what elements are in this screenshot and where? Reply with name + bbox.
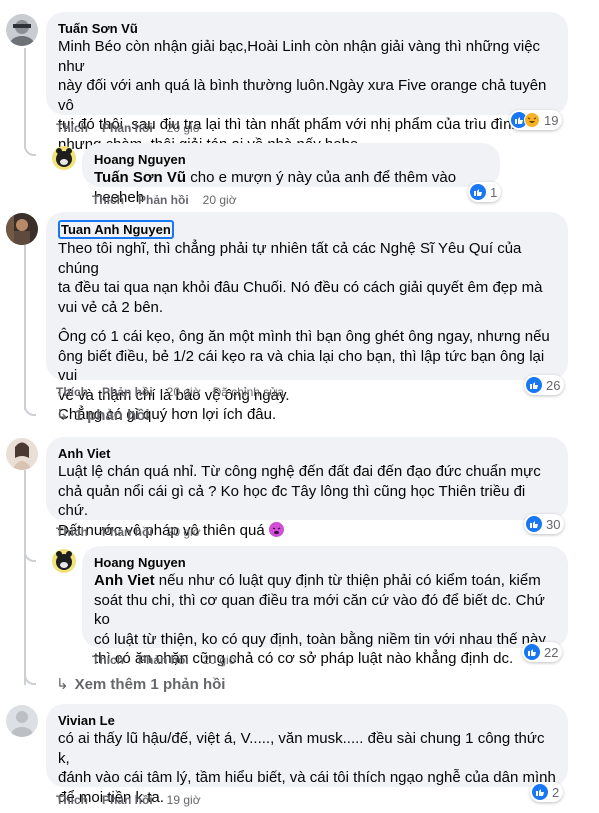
reaction-count: 19 (544, 112, 559, 128)
avatar[interactable] (6, 14, 38, 46)
reaction-count: 2 (552, 784, 560, 800)
reaction-summary[interactable]: 1 (468, 182, 502, 202)
comment-time[interactable]: 20 giờ (203, 653, 237, 667)
mention-link[interactable]: Tuấn Sơn Vũ (94, 169, 186, 186)
comment-time[interactable]: 20 giờ (203, 193, 237, 207)
edited-label[interactable]: Đã chỉnh sửa (213, 385, 284, 399)
thread-line (24, 470, 26, 685)
thread-connector (24, 398, 36, 416)
comment-time[interactable]: 19 giờ (167, 793, 201, 807)
weary-emoji-icon (268, 521, 284, 537)
comment-actions: Thích Phản hồi 20 giờ (92, 192, 249, 208)
avatar[interactable] (6, 438, 38, 470)
reply-button[interactable]: Phản hồi (102, 121, 153, 135)
comment-author[interactable]: Hoang Nguyen (94, 554, 556, 571)
reply-button[interactable]: Phản hồi (138, 653, 189, 667)
comment-author[interactable]: Vivian Le (58, 712, 556, 729)
thread-connector (24, 138, 36, 156)
mention-link[interactable]: Anh Viet (94, 572, 155, 589)
comment-actions: Thích Phản hồi 20 giờ (92, 652, 249, 668)
like-button[interactable]: Thích (56, 121, 88, 135)
reply-button[interactable]: Phản hồi (138, 193, 189, 207)
like-button[interactable]: Thích (56, 385, 88, 399)
thread-line (24, 48, 26, 148)
comment-time[interactable]: 20 giờ (167, 525, 201, 539)
avatar[interactable] (6, 213, 38, 245)
reaction-summary[interactable]: 19 (509, 110, 563, 130)
like-button[interactable]: Thích (56, 793, 88, 807)
like-icon (470, 184, 486, 200)
comment-actions: Thích Phản hồi 20 giờ (56, 524, 213, 540)
avatar[interactable] (6, 705, 38, 737)
reply-bubble: Hoang Nguyen Tuấn Sơn Vũ cho e mượn ý nà… (82, 143, 500, 206)
like-icon (524, 644, 540, 660)
reaction-summary[interactable]: 30 (524, 514, 565, 534)
reaction-summary[interactable]: 2 (530, 782, 564, 802)
like-icon (526, 516, 542, 532)
comment-author[interactable]: Hoang Nguyen (94, 151, 488, 168)
comment-actions: Thích Phản hồi 19 giờ (56, 792, 213, 808)
comment-author[interactable]: Tuấn Sơn Vũ (58, 20, 556, 37)
avatar[interactable] (52, 549, 76, 573)
like-icon (532, 784, 548, 800)
comment-time[interactable]: 20 giờ (167, 385, 201, 399)
comment-author[interactable]: Anh Viet (58, 445, 556, 462)
reply-button[interactable]: Phản hồi (102, 525, 153, 539)
avatar[interactable] (52, 146, 76, 170)
comment-time[interactable]: 20 giờ (167, 121, 201, 135)
thread-line (24, 245, 26, 410)
comment-bubble: Tuấn Sơn Vũ Minh Béo còn nhận giải bạc,H… (46, 12, 568, 153)
reply-button[interactable]: Phản hồi (102, 385, 153, 399)
comment-author[interactable]: Tuan Anh Nguyen (58, 220, 174, 239)
reply-arrow-icon: ↳ (56, 676, 69, 693)
view-more-replies-link[interactable]: ↳ Xem thêm 1 phản hồi (56, 675, 225, 693)
reaction-summary[interactable]: 26 (524, 375, 565, 395)
like-button[interactable]: Thích (56, 525, 88, 539)
reaction-count: 30 (546, 516, 561, 532)
comment-actions: Thích Phản hồi 20 giờ Đã chỉnh sửa (56, 384, 284, 400)
comment-bubble: Anh Viet Luật lệ chán quá nhỉ. Từ công n… (46, 437, 568, 539)
view-replies-link[interactable]: ↳ 1 phản hồi (56, 406, 150, 424)
comment-text: Minh Béo còn nhận giải bạc,Hoài Linh còn… (58, 38, 547, 153)
haha-icon (524, 112, 540, 128)
reply-button[interactable]: Phản hồi (102, 793, 153, 807)
reaction-count: 22 (544, 644, 559, 660)
like-button[interactable]: Thích (92, 193, 124, 207)
reply-bubble: Hoang Nguyen Anh Viet nếu như có luật qu… (82, 546, 568, 667)
comment-actions: Thích Phản hồi 20 giờ (56, 120, 213, 136)
like-icon (526, 377, 542, 393)
reaction-summary[interactable]: 22 (522, 642, 563, 662)
reaction-count: 26 (546, 377, 561, 393)
comment-bubble: Vivian Le có ai thấy lũ hậu/đế, việt á, … (46, 704, 568, 806)
comment-bubble: Tuan Anh Nguyen Theo tôi nghĩ, thì chẳng… (46, 212, 568, 423)
reaction-count: 1 (490, 184, 498, 200)
like-button[interactable]: Thích (92, 653, 124, 667)
reply-arrow-icon: ↳ (56, 407, 69, 424)
